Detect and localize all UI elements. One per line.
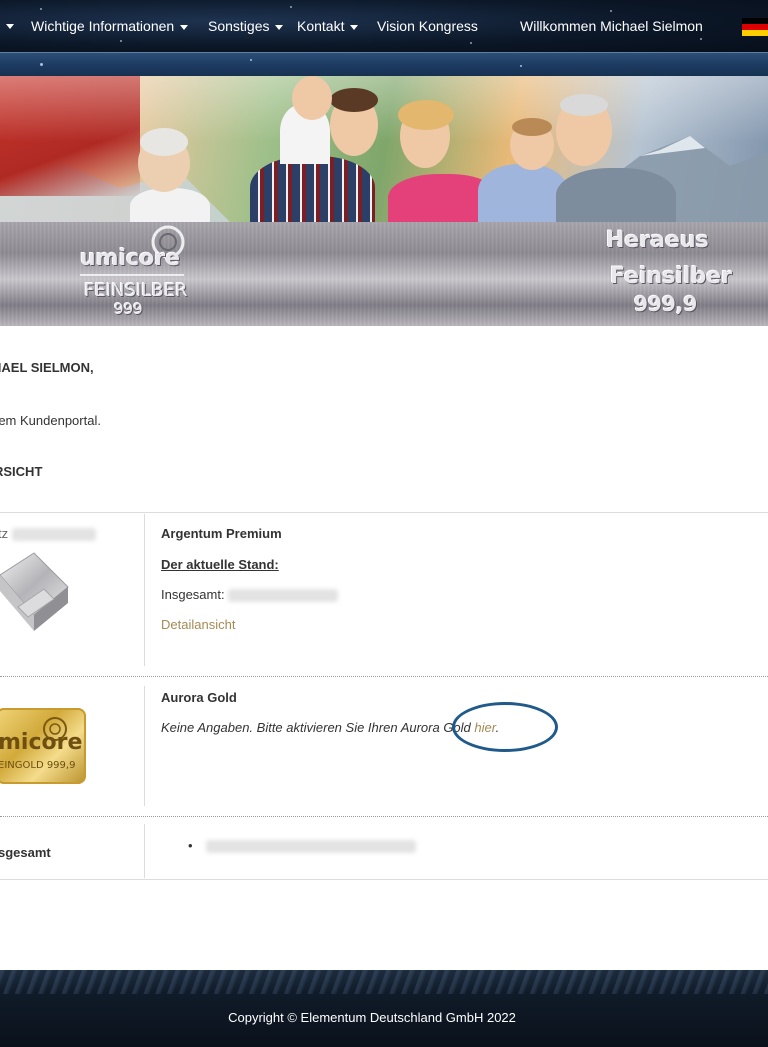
person [478, 164, 568, 222]
hero-banner-image [0, 76, 768, 222]
heraeus-brand: Heraeus [606, 228, 709, 253]
table-bottom-border [0, 879, 768, 880]
person-hair [398, 100, 454, 130]
table-top-border [0, 512, 768, 513]
nav-item-vision-kongress[interactable]: Vision Kongress [377, 18, 478, 34]
person-hair [560, 94, 608, 116]
nav-item-sonstiges[interactable]: Sonstiges [208, 18, 284, 34]
highlight-circle [452, 702, 558, 752]
nav-item-label: Vision Kongress [377, 18, 478, 34]
status-label: Der aktuelle Stand: [161, 557, 279, 572]
star-decoration [610, 10, 612, 12]
copyright-text: Copyright © Elementum Deutschland GmbH 2… [228, 1010, 516, 1025]
greeting-heading: HAEL SIELMON, [0, 360, 94, 375]
person [250, 156, 375, 222]
footer: Copyright © Elementum Deutschland GmbH 2… [0, 970, 768, 1047]
gold-bar-fineness: EINGOLD 999,9 [0, 760, 76, 771]
top-navigation: Wichtige Informationen Sonstiges Kontakt… [0, 0, 768, 52]
person [130, 188, 210, 222]
chevron-down-icon [350, 24, 359, 30]
nav-item-kontakt[interactable]: Kontakt [297, 18, 359, 34]
product-name: Argentum Premium [161, 526, 282, 541]
total-row: Insgesamt: [161, 587, 339, 603]
activation-message: Keine Angaben. Bitte aktivieren Sie Ihre… [161, 720, 500, 735]
umicore-brand: umicore [80, 246, 181, 271]
summary-label: sgesamt [0, 845, 51, 860]
row-divider [0, 676, 768, 677]
emboss-divider [80, 274, 184, 276]
redacted-value [11, 528, 96, 542]
star-decoration [290, 6, 292, 8]
row-divider [0, 816, 768, 817]
nav-item-label: Wichtige Informationen [31, 18, 175, 34]
product-name: Aurora Gold [161, 690, 237, 705]
fineness-label-right: 999,9 [634, 292, 698, 316]
star-decoration [120, 40, 122, 42]
gold-bar-image: micore EINGOLD 999,9 [0, 708, 86, 784]
column-divider [144, 824, 145, 878]
nav-item-label: Sonstiges [208, 18, 270, 34]
product-label-fragment: tz [0, 526, 96, 542]
welcome-user[interactable]: Willkommen Michael Sielmon [520, 18, 703, 34]
silver-bar-image [0, 552, 69, 631]
column-divider [144, 686, 145, 806]
bullet-icon: • [188, 838, 193, 853]
person-hair [512, 118, 552, 136]
chevron-down-icon[interactable] [6, 24, 14, 29]
star-decoration [700, 38, 702, 40]
column-divider [144, 514, 145, 666]
person [556, 168, 676, 222]
person-head [292, 76, 332, 120]
person-hair [140, 128, 188, 156]
mountain-texture [0, 970, 768, 994]
chevron-down-icon [180, 24, 189, 30]
intro-text: rem Kundenportal. [0, 413, 101, 428]
star-decoration [40, 8, 42, 10]
person-hair [330, 88, 378, 112]
total-label: Insgesamt: [161, 587, 225, 602]
nav-stripe [0, 52, 768, 77]
gold-bar-brand: micore [0, 730, 83, 755]
star-decoration [470, 42, 472, 44]
detail-link[interactable]: Detailansicht [161, 617, 235, 632]
silver-bars-banner: umicore FEINSILBER 999 Heraeus Feinsilbe… [0, 222, 768, 326]
feinsilber-label: FEINSILBER [84, 280, 188, 301]
de-flag-icon[interactable] [742, 18, 768, 36]
nav-item-label: Kontakt [297, 18, 345, 34]
section-title: RSICHT [0, 464, 43, 479]
summary-list-item: • [188, 838, 417, 854]
fineness-label: 999 [114, 300, 143, 318]
feinsilber-label-right: Feinsilber [610, 264, 732, 289]
nav-item-wichtige-informationen[interactable]: Wichtige Informationen [31, 18, 189, 34]
welcome-text: Willkommen Michael Sielmon [520, 18, 703, 34]
redacted-value [228, 589, 339, 603]
redacted-value [206, 840, 417, 854]
chevron-down-icon [275, 24, 284, 30]
